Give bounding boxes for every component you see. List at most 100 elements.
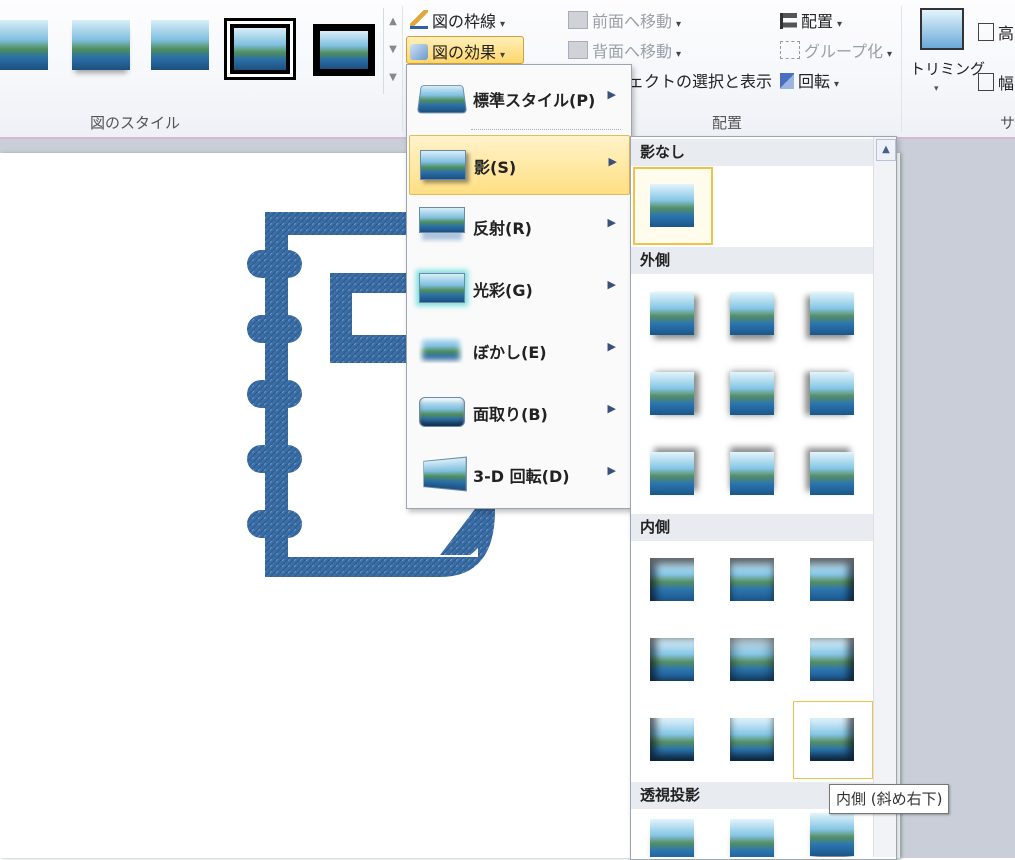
- shadow-option-inner[interactable]: [633, 701, 713, 779]
- shadow-option-perspective[interactable]: [713, 809, 793, 857]
- shadow-preview: [810, 558, 854, 601]
- gallery-scroll: ▲ ▼ ▼: [383, 8, 402, 94]
- menu-item-reflection[interactable]: 反射(R) ▶: [409, 197, 628, 255]
- shadow-option-outer[interactable]: [713, 275, 793, 353]
- style-thumb-5[interactable]: [313, 24, 375, 76]
- menu-item-label: ぼかし(E): [473, 343, 547, 362]
- reflection-icon: [419, 207, 465, 233]
- glow-icon: [419, 273, 465, 303]
- crop-label: トリミング: [910, 60, 986, 78]
- submenu-arrow-icon: ▶: [608, 155, 617, 168]
- picture-border-button[interactable]: 図の枠線 ▾: [410, 8, 505, 32]
- shadow-preview: [730, 292, 774, 335]
- shadow-option-outer[interactable]: [633, 435, 713, 513]
- gallery-more-icon[interactable]: ▼: [384, 64, 402, 92]
- picture-effects-menu: 標準スタイル(P) ▶ 影(S) ▶ 反射(R) ▶ 光彩(G) ▶ ぼかし(E…: [406, 64, 632, 509]
- align-label: 配置: [801, 12, 834, 31]
- gallery-down-icon[interactable]: ▼: [384, 36, 402, 64]
- section-header-inner: 内側: [631, 514, 873, 541]
- tooltip: 内側 (斜め右下): [829, 784, 950, 814]
- section-header-outer: 外側: [631, 247, 873, 274]
- menu-item-label: 3-D 回転(D): [473, 467, 570, 486]
- shadow-option-inner-diagonal-bottom-right[interactable]: [793, 701, 873, 779]
- shadow-option-inner[interactable]: [793, 621, 873, 699]
- shadow-option-outer[interactable]: [793, 435, 873, 513]
- shadow-option-perspective[interactable]: [793, 809, 873, 857]
- shadow-option-outer[interactable]: [713, 355, 793, 433]
- submenu-scrollbar[interactable]: ▲: [873, 137, 896, 857]
- menu-item-shadow[interactable]: 影(S) ▶: [409, 135, 630, 195]
- menu-item-label: 光彩(G): [473, 281, 533, 300]
- submenu-arrow-icon: ▶: [607, 216, 616, 229]
- submenu-arrow-icon: ▶: [607, 402, 616, 415]
- menu-item-bevel[interactable]: 面取り(B) ▶: [409, 383, 628, 441]
- shadow-preview: [810, 452, 854, 495]
- menu-separator: [471, 129, 621, 130]
- chevron-down-icon: ▾: [500, 50, 506, 61]
- shadow-option-inner[interactable]: [713, 541, 793, 619]
- preset-icon: [416, 85, 468, 114]
- group-button[interactable]: グループ化 ▾: [780, 38, 892, 62]
- selection-pane-button[interactable]: ジェクトの選択と表示: [612, 68, 772, 92]
- shadow-option-inner[interactable]: [713, 621, 793, 699]
- group-separator: [402, 6, 403, 132]
- gallery-up-icon[interactable]: ▲: [384, 8, 402, 36]
- submenu-arrow-icon: ▶: [607, 464, 616, 477]
- rotate-button[interactable]: 回転 ▾: [780, 68, 839, 92]
- chevron-down-icon: ▾: [837, 19, 843, 30]
- align-button[interactable]: 配置 ▾: [780, 8, 842, 32]
- menu-item-label: 反射(R): [473, 219, 532, 238]
- effects-icon: [410, 44, 428, 60]
- bring-forward-label: 前面へ移動: [592, 12, 673, 31]
- shadow-preview: [810, 292, 854, 335]
- menu-item-glow[interactable]: 光彩(G) ▶: [409, 259, 628, 317]
- shadow-submenu: 影なし 外側 内側 透視投影 ▲: [630, 136, 897, 860]
- style-thumb-1[interactable]: [0, 20, 48, 70]
- style-thumb-2[interactable]: [72, 20, 130, 70]
- shadow-option-inner[interactable]: [793, 541, 873, 619]
- size-group-label: サ: [1000, 114, 1015, 132]
- height-label: 高: [998, 24, 1015, 43]
- shadow-preview: [730, 638, 774, 681]
- shadow-option-outer[interactable]: [793, 275, 873, 353]
- shadow-option-perspective[interactable]: [633, 809, 713, 857]
- width-field[interactable]: 幅: [978, 70, 1014, 94]
- group-label: グループ化: [804, 42, 884, 61]
- height-field[interactable]: 高: [978, 20, 1014, 44]
- shadow-option-inner[interactable]: [713, 701, 793, 779]
- send-backward-icon: [568, 41, 588, 59]
- shadow-preview: [650, 372, 694, 415]
- shadow-preview: [650, 718, 694, 761]
- menu-item-label: 面取り(B): [473, 405, 548, 424]
- crop-button[interactable]: トリミング ▾: [908, 6, 985, 102]
- shadow-option-none[interactable]: [633, 167, 713, 245]
- shadow-option-inner[interactable]: [633, 541, 713, 619]
- shadow-option-outer[interactable]: [633, 275, 713, 353]
- picture-effects-label: 図の効果: [432, 43, 497, 62]
- shadow-preview: [650, 452, 694, 495]
- style-thumb-4[interactable]: [227, 21, 293, 77]
- shadow-option-outer[interactable]: [793, 355, 873, 433]
- shadow-preview: [730, 819, 774, 857]
- shadow-option-inner[interactable]: [633, 621, 713, 699]
- 3d-rotation-icon: [423, 456, 467, 492]
- menu-item-3d-rotation[interactable]: 3-D 回転(D) ▶: [409, 445, 628, 503]
- bring-forward-button[interactable]: 前面へ移動 ▾: [568, 8, 681, 32]
- submenu-arrow-icon: ▶: [607, 88, 616, 101]
- picture-effects-button[interactable]: 図の効果 ▾: [406, 36, 524, 64]
- pencil-icon: [410, 10, 428, 29]
- send-backward-button[interactable]: 背面へ移動 ▾: [568, 38, 681, 62]
- shadow-option-outer[interactable]: [713, 435, 793, 513]
- width-icon: [978, 73, 994, 91]
- menu-item-label: 影(S): [474, 158, 517, 177]
- submenu-arrow-icon: ▶: [607, 278, 616, 291]
- style-thumb-3[interactable]: [151, 20, 209, 70]
- shadow-option-outer[interactable]: [633, 355, 713, 433]
- menu-item-soft-edges[interactable]: ぼかし(E) ▶: [409, 321, 628, 379]
- styles-group-label: 図のスタイル: [90, 114, 181, 132]
- scroll-up-icon[interactable]: ▲: [876, 139, 896, 161]
- group-icon: [780, 41, 800, 59]
- chevron-down-icon: ▾: [500, 19, 506, 30]
- shadow-preview: [650, 292, 694, 335]
- menu-item-preset[interactable]: 標準スタイル(P) ▶: [409, 69, 628, 127]
